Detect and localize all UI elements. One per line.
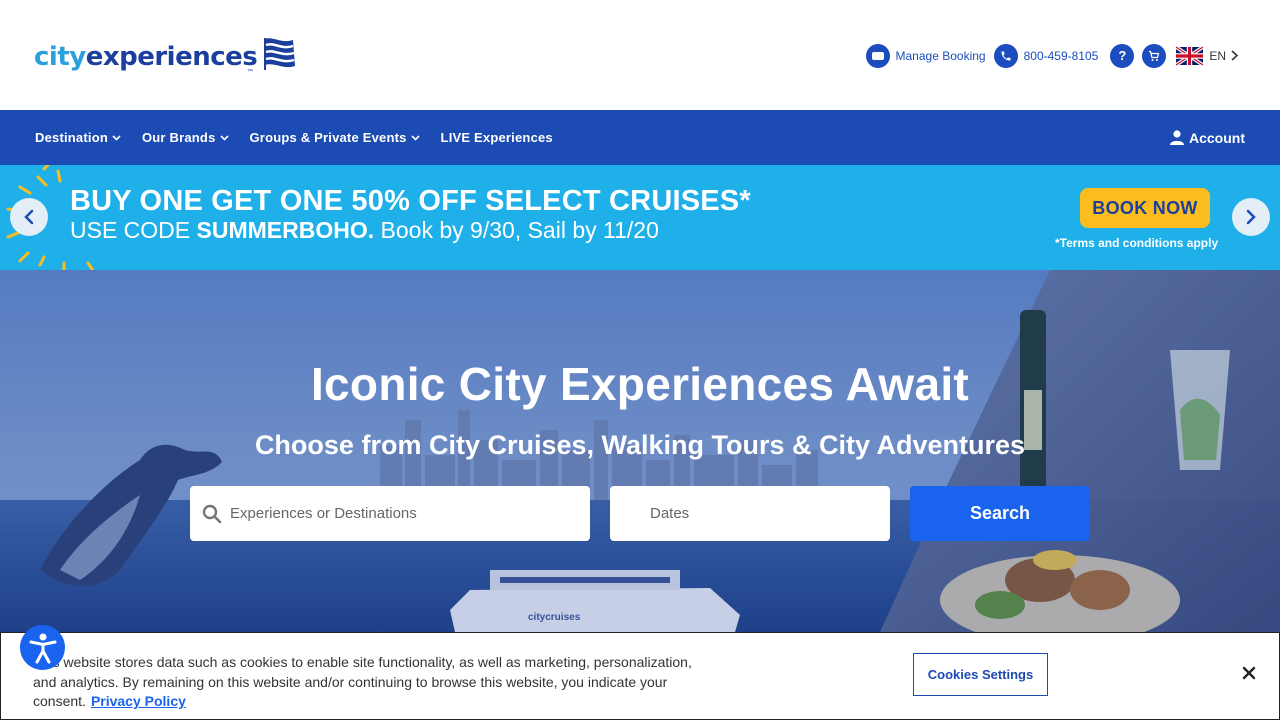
promo-headline: BUY ONE GET ONE 50% OFF SELECT CRUISES* <box>70 185 751 217</box>
language-code: EN <box>1209 48 1226 63</box>
account-label: Account <box>1189 129 1245 146</box>
chevron-down-icon <box>112 134 121 141</box>
trademark-mark: ™ <box>247 69 253 75</box>
cookies-settings-button[interactable]: Cookies Settings <box>913 653 1048 696</box>
help-icon: ? <box>1110 43 1135 68</box>
main-nav: Destination Our Brands Groups & Private … <box>0 110 1280 165</box>
carousel-prev-button[interactable] <box>10 198 48 236</box>
search-button[interactable]: Search <box>910 486 1090 541</box>
dates-field[interactable] <box>610 486 890 541</box>
nav-item-label: Our Brands <box>141 130 216 145</box>
search-icon <box>202 504 222 523</box>
nav-item-label: LIVE Experiences <box>440 130 553 145</box>
hero-subtitle: Choose from City Cruises, Walking Tours … <box>254 430 1026 460</box>
nav-item-live-experiences[interactable]: LIVE Experiences <box>441 130 553 145</box>
cart-button[interactable] <box>1142 43 1167 68</box>
user-icon <box>1170 130 1184 145</box>
carousel-next-button[interactable] <box>1232 198 1270 236</box>
hero-section: citycruises Iconic City Experiences Awai… <box>0 270 1280 632</box>
nav-item-label: Groups & Private Events <box>249 130 407 145</box>
privacy-policy-link[interactable]: Privacy Policy <box>91 693 186 709</box>
language-selector[interactable]: EN <box>1176 45 1238 66</box>
ticket-icon <box>865 43 890 68</box>
promo-code: SUMMERBOHO. <box>196 217 375 243</box>
chevron-right-icon <box>1231 50 1238 61</box>
experience-search-input[interactable] <box>230 505 570 522</box>
help-button[interactable]: ? <box>1110 43 1135 68</box>
manage-booking-link[interactable]: Manage Booking <box>865 43 986 68</box>
nav-item-destination[interactable]: Destination <box>35 130 121 145</box>
book-now-button[interactable]: BOOK NOW <box>1080 188 1210 228</box>
chevron-right-icon <box>1246 209 1256 225</box>
cookie-close-button[interactable] <box>1237 661 1261 685</box>
phone-icon <box>993 43 1018 68</box>
city-experiences-logo[interactable]: cityexperiences ™ <box>34 34 297 78</box>
cookie-message: This website stores data such as cookies… <box>33 653 703 712</box>
chevron-left-icon <box>24 209 34 225</box>
accessibility-button[interactable] <box>20 625 65 670</box>
accessibility-icon <box>29 633 56 663</box>
cookie-banner: This website stores data such as cookies… <box>0 632 1280 720</box>
logo-text-experiences: experiences <box>85 42 258 72</box>
nav-item-label: Destination <box>35 130 108 145</box>
nav-item-our-brands[interactable]: Our Brands <box>142 130 229 145</box>
hero-title: Iconic City Experiences Await <box>310 358 970 410</box>
terms-note: *Terms and conditions apply <box>1055 236 1219 250</box>
site-header: cityexperiences ™ Manage Booking 800-459… <box>0 0 1280 110</box>
nav-item-groups-private-events[interactable]: Groups & Private Events <box>250 130 420 145</box>
phone-link[interactable]: 800-459-8105 <box>993 43 1099 68</box>
chevron-down-icon <box>219 134 229 141</box>
utility-bar: Manage Booking 800-459-8105 ? EN <box>858 42 1238 69</box>
promo-banner: BUY ONE GET ONE 50% OFF SELECT CRUISES* … <box>0 165 1280 270</box>
logo-text-city: city <box>34 42 86 72</box>
chevron-down-icon <box>410 134 420 141</box>
flag-icon <box>264 38 296 70</box>
promo-subline: USE CODE SUMMERBOHO. Book by 9/30, Sail … <box>70 217 659 243</box>
phone-number: 800-459-8105 <box>1023 48 1099 63</box>
dates-input[interactable] <box>650 505 870 522</box>
cart-icon <box>1142 43 1167 68</box>
manage-booking-label: Manage Booking <box>895 48 986 63</box>
experience-search-field[interactable] <box>190 486 590 541</box>
close-icon <box>1242 666 1256 680</box>
uk-flag-icon <box>1176 45 1204 66</box>
account-link[interactable]: Account <box>1170 110 1245 165</box>
